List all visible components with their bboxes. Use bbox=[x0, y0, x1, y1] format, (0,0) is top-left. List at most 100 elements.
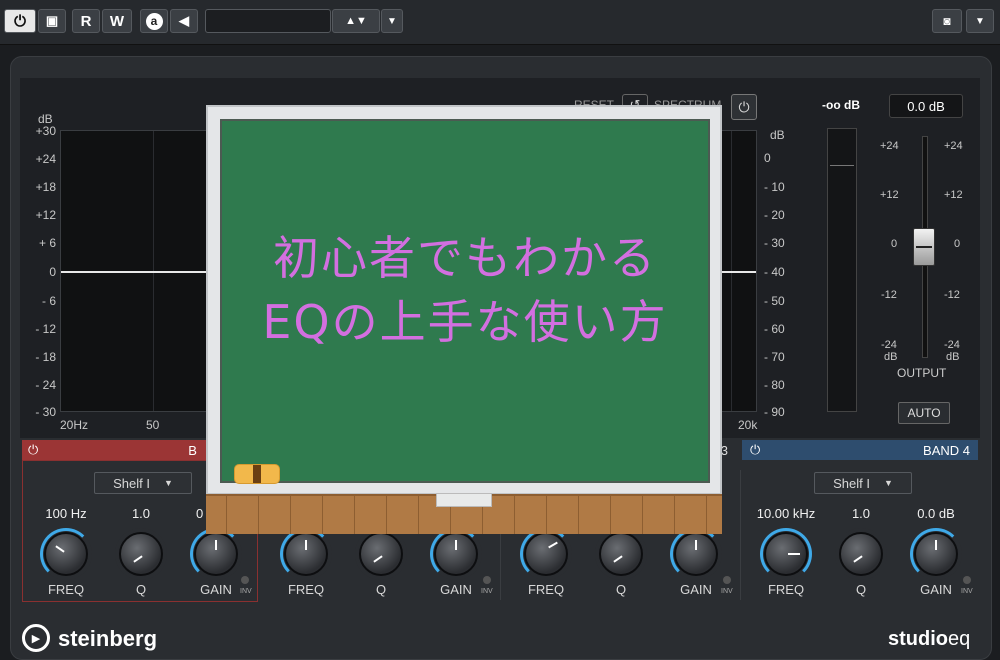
band-1-freq-knob[interactable] bbox=[44, 532, 88, 576]
tick-right: 0 bbox=[764, 151, 771, 165]
band-2-invert-toggle[interactable] bbox=[483, 576, 491, 584]
eraser-icon bbox=[234, 464, 280, 484]
tick-right: - 90 bbox=[764, 405, 785, 419]
product-wordmark: studioeq bbox=[888, 628, 970, 651]
band-3-invert-toggle[interactable] bbox=[723, 576, 731, 584]
snapshot-button[interactable]: ◙ bbox=[932, 9, 962, 33]
band-4-type-select[interactable]: Shelf I ▼ bbox=[814, 472, 912, 494]
output-scale-left: 0 bbox=[891, 238, 898, 250]
power-icon: ⏻ bbox=[28, 442, 39, 457]
band-1-q-value: 1.0 bbox=[131, 506, 151, 521]
fader-grip bbox=[916, 246, 932, 248]
write-automation-button[interactable]: W bbox=[102, 9, 132, 33]
arrow-left-icon: ◀ bbox=[179, 13, 189, 28]
inv-label: INV bbox=[240, 588, 252, 595]
output-scale-right: -12 bbox=[944, 289, 960, 301]
tick-left: +12 bbox=[35, 208, 56, 222]
graph-db-label-right: dB bbox=[770, 128, 785, 142]
band-4-invert-toggle[interactable] bbox=[963, 576, 971, 584]
band-1-type-select[interactable]: Shelf I ▼ bbox=[94, 472, 192, 494]
tick-right: - 80 bbox=[764, 378, 785, 392]
output-db-right: dB bbox=[946, 351, 960, 363]
band-4-gain-knob[interactable] bbox=[914, 532, 958, 576]
chevron-down-icon: ▼ bbox=[163, 478, 173, 488]
tick-left: - 30 bbox=[35, 405, 56, 419]
band-3-gain-label: GAIN bbox=[680, 582, 712, 597]
band-2-freq-knob[interactable] bbox=[284, 532, 328, 576]
band-3-freq-label: FREQ bbox=[527, 582, 565, 597]
output-scale-right: +12 bbox=[944, 189, 963, 201]
output-scale-left: -24 bbox=[881, 339, 897, 351]
settings-menu-button[interactable]: ▼ bbox=[966, 9, 994, 33]
band-4-q-knob[interactable] bbox=[839, 532, 883, 576]
tick-left: - 18 bbox=[35, 350, 56, 364]
inv-label: INV bbox=[721, 588, 733, 595]
band-1-invert-toggle[interactable] bbox=[241, 576, 249, 584]
band-4-type-value: Shelf I bbox=[833, 475, 870, 491]
bypass-button[interactable]: ▣ bbox=[38, 9, 66, 33]
tick-left: +30 bbox=[35, 124, 56, 138]
power-button[interactable]: ⏻ bbox=[4, 9, 36, 33]
band-4-gain-value: 0.0 dB bbox=[917, 506, 955, 521]
power-icon: ⏻ bbox=[738, 98, 750, 115]
ab-compare-button[interactable]: a bbox=[140, 9, 168, 33]
power-icon: ⏻ bbox=[750, 442, 761, 457]
band-3-freq-knob[interactable] bbox=[524, 532, 568, 576]
tick-left: + 6 bbox=[38, 236, 56, 250]
output-gain-field[interactable]: 0.0 dB bbox=[889, 94, 963, 118]
band-1-freq-label: FREQ bbox=[47, 582, 85, 597]
band-3-q-knob[interactable] bbox=[599, 532, 643, 576]
tick-left: +18 bbox=[35, 180, 56, 194]
read-label: R bbox=[80, 12, 92, 30]
product-name-b: eq bbox=[948, 628, 971, 650]
steinberg-wordmark: steinberg bbox=[58, 626, 158, 651]
output-fader-handle[interactable] bbox=[913, 228, 935, 266]
freq-tick: 50 bbox=[146, 418, 160, 432]
tick-left: 0 bbox=[49, 265, 56, 279]
chevron-down-icon: ▼ bbox=[883, 478, 893, 488]
tick-left: - 24 bbox=[35, 378, 56, 392]
inv-label: INV bbox=[481, 588, 493, 595]
divider bbox=[740, 470, 741, 600]
band-3-gain-knob[interactable] bbox=[674, 532, 718, 576]
band-4-header[interactable]: ⏻ BAND 4 bbox=[742, 440, 978, 460]
band-2-gain-knob[interactable] bbox=[434, 532, 478, 576]
chevron-down-icon: ▼ bbox=[387, 15, 397, 27]
up-down-arrows-icon: ▲▼ bbox=[345, 15, 367, 27]
band-4-freq-label: FREQ bbox=[767, 582, 805, 597]
band-2-q-knob[interactable] bbox=[359, 532, 403, 576]
tick-left: - 6 bbox=[41, 294, 56, 308]
auto-button[interactable]: AUTO bbox=[898, 402, 950, 424]
product-name-a: studio bbox=[888, 628, 948, 650]
output-scale-left: +12 bbox=[880, 189, 899, 201]
a-circle-icon: a bbox=[145, 12, 163, 30]
band-1-title: B bbox=[188, 442, 197, 458]
camera-icon: ◙ bbox=[943, 14, 951, 28]
output-scale-right: -24 bbox=[944, 339, 960, 351]
band-4-title: BAND 4 bbox=[923, 442, 970, 458]
band-3-q-label: Q bbox=[615, 582, 627, 597]
band-4-q-label: Q bbox=[855, 582, 867, 597]
output-scale-left: -12 bbox=[881, 289, 897, 301]
output-meter bbox=[827, 128, 857, 412]
spectrum-power-button[interactable]: ⏻ bbox=[731, 94, 757, 120]
band-1-q-label: Q bbox=[135, 582, 147, 597]
band-1-q-knob[interactable] bbox=[119, 532, 163, 576]
preset-nav-button[interactable]: ▲▼ bbox=[332, 9, 380, 33]
output-scale-left: +24 bbox=[880, 140, 899, 152]
chalk-icon bbox=[436, 493, 492, 507]
preset-field[interactable] bbox=[205, 9, 331, 33]
output-scale-right: +24 bbox=[944, 140, 963, 152]
read-automation-button[interactable]: R bbox=[72, 9, 100, 33]
band-1-gain-knob[interactable] bbox=[194, 532, 238, 576]
host-toolbar: ⏻ ▣ R W a ◀ ▲▼ ▼ ◙ ▼ bbox=[0, 0, 1000, 45]
tick-right: - 60 bbox=[764, 322, 785, 336]
preset-menu-button[interactable]: ▼ bbox=[381, 9, 403, 33]
chevron-down-icon: ▼ bbox=[975, 15, 985, 27]
copy-setting-button[interactable]: ◀ bbox=[170, 9, 198, 33]
freq-tick: 20k bbox=[738, 418, 758, 432]
output-scale-right: 0 bbox=[954, 238, 961, 250]
band-4-freq-knob[interactable] bbox=[764, 532, 808, 576]
meter-readout: -oo dB bbox=[822, 98, 860, 112]
overlay-title-line-2: EQの上手な使い方 bbox=[262, 295, 668, 349]
